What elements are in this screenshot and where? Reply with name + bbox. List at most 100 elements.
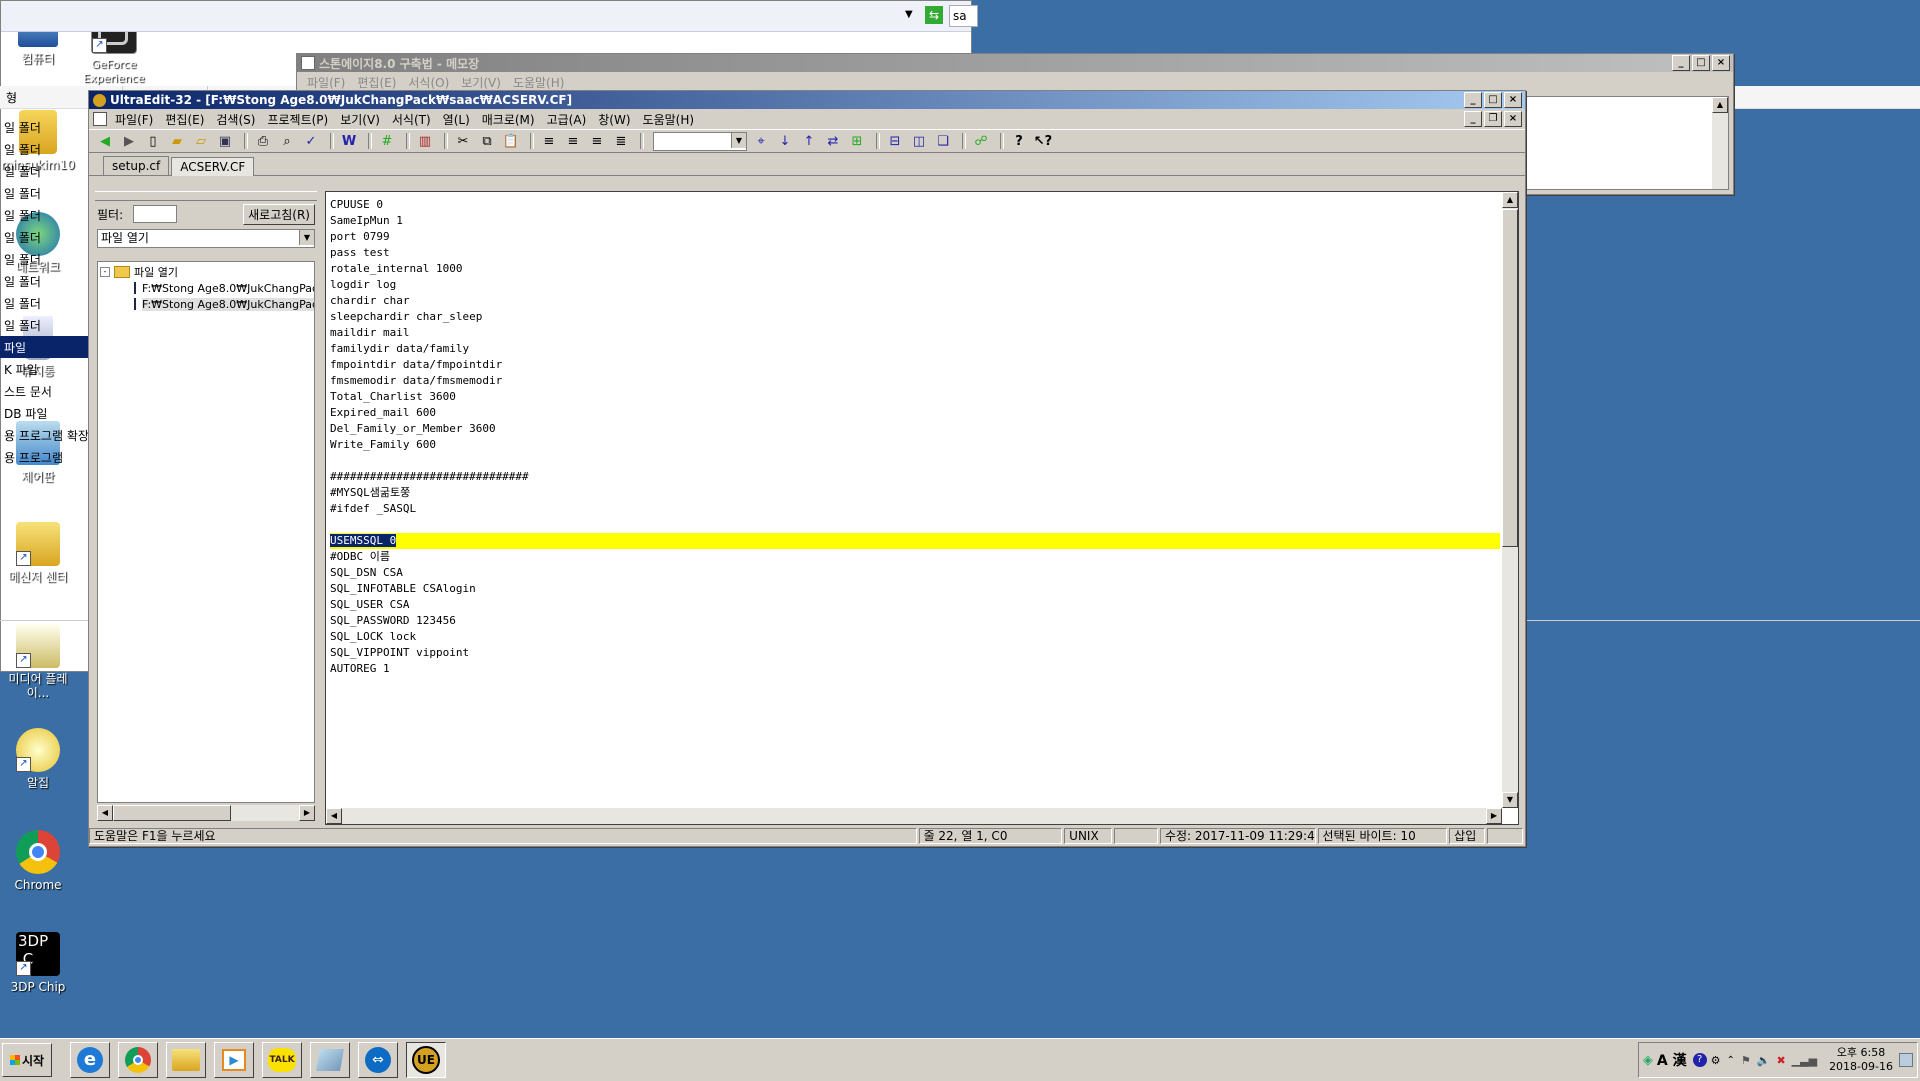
tree-item[interactable]: F:₩Stong Age8.0₩JukChangPack [98,296,314,312]
doc-restore-button[interactable]: ❐ [1484,111,1502,127]
show-desktop-icon[interactable] [1899,1053,1913,1067]
desktop-icon-alzip[interactable]: ↗ 알집 [0,728,78,790]
new-file-icon[interactable]: ▯ [143,132,163,150]
code-line[interactable]: fmsmemodir data/fmsmemodir [330,373,1500,389]
menu-advanced[interactable]: 고급(A) [541,111,593,128]
menu-column[interactable]: 열(L) [437,111,476,128]
code-line[interactable]: logdir log [330,277,1500,293]
code-line[interactable]: SQL_DSN CSA [330,565,1500,581]
search-input[interactable]: sa [949,5,978,27]
code-line[interactable]: Total_Charlist 3600 [330,389,1500,405]
menu-search[interactable]: 검색(S) [210,111,261,128]
code-line[interactable]: fmpointdir data/fmpointdir [330,357,1500,373]
code-line[interactable]: maildir mail [330,325,1500,341]
notepad-menu-format[interactable]: 서식(O) [402,74,455,91]
code-line[interactable]: #ODBC 이름 [330,549,1500,565]
security-alert-icon[interactable]: ✖ [1776,1054,1785,1067]
help-icon[interactable]: ? [1009,132,1029,150]
code-line[interactable]: Write_Family 600 [330,437,1500,453]
code-line[interactable]: rotale_internal 1000 [330,261,1500,277]
close-file-icon[interactable]: ▱ [191,132,211,150]
word-wrap-icon[interactable]: W [339,132,359,150]
find-next-icon[interactable]: ↓ [775,132,795,150]
code-line[interactable]: sleepchardir char_sleep [330,309,1500,325]
code-line[interactable]: SQL_VIPPOINT vippoint [330,645,1500,661]
code-text[interactable]: CPUUSE 0 SameIpMun 1 port 0799 pass test rot… [330,197,1500,677]
code-line[interactable]: ############################## [330,469,1500,485]
tree-item[interactable]: F:₩Stong Age8.0₩JukChangPack [98,280,314,296]
menu-file[interactable]: 파일(F) [109,111,159,128]
refresh-arrow-icon[interactable]: ⇆ [925,6,943,24]
print-icon[interactable]: ⎙ [253,132,273,150]
close-button[interactable]: × [1504,92,1522,108]
scroll-up-icon[interactable]: ▲ [1712,97,1728,113]
column-mode-icon[interactable]: ▥ [415,132,435,150]
menu-help[interactable]: 도움말(H) [637,111,701,128]
align-center-icon[interactable]: ≡ [563,132,583,150]
code-line[interactable]: Del_Family_or_Member 3600 [330,421,1500,437]
scroll-left-icon[interactable]: ◀ [97,805,113,821]
network-tray-icon[interactable]: ◈ [1643,1053,1653,1068]
highlighted-code-line[interactable]: USEMSSQL 0 [330,533,1500,549]
desktop-icon-3dp-chip[interactable]: 3DP C ↗ 3DP Chip [0,932,78,994]
code-editor[interactable]: CPUUSE 0 SameIpMun 1 port 0799 pass test rot… [325,191,1519,825]
maximize-button[interactable]: □ [1484,92,1502,108]
code-line[interactable]: #MYSQL샘굶토쭝 [330,485,1500,501]
code-line[interactable] [330,517,1500,533]
code-line[interactable]: SQL_LOCK lock [330,629,1500,645]
show-hidden-icons[interactable]: ⌃ [1726,1055,1734,1066]
chevron-down-icon[interactable]: ▼ [731,132,746,148]
filter-input[interactable] [133,205,178,223]
open-files-combo[interactable]: 파일 열기 ▼ [97,229,315,248]
copy-icon[interactable]: ⧉ [477,132,497,150]
notepad-menu-edit[interactable]: 편집(E) [351,74,402,91]
print-preview-icon[interactable]: ⌕ [277,132,297,150]
split-vertical-icon[interactable]: ◫ [909,132,929,150]
signal-icon[interactable]: ▁▃▅ [1792,1054,1817,1067]
scroll-left-icon[interactable]: ◀ [326,808,342,824]
menu-edit[interactable]: 편집(E) [159,111,210,128]
desktop-icon-messenger-center[interactable]: ↗ 메신저 센터 [0,522,78,584]
help-tray-icon[interactable]: ? [1692,1053,1707,1067]
notepad-menu-view[interactable]: 보기(V) [455,74,507,91]
scroll-right-icon[interactable]: ▶ [299,805,315,821]
menu-window[interactable]: 창(W) [592,111,636,128]
taskbar-teamviewer[interactable]: ⇔ [358,1042,398,1078]
code-line[interactable]: SQL_INFOTABLE CSAlogin [330,581,1500,597]
menu-macro[interactable]: 매크로(M) [476,111,541,128]
start-button[interactable]: 시작 [2,1043,52,1077]
cascade-icon[interactable]: ❏ [933,132,953,150]
taskbar-explorer[interactable] [166,1042,206,1078]
taskbar-ultraedit[interactable]: UE [406,1042,446,1078]
find-prev-icon[interactable]: ↑ [799,132,819,150]
find-icon[interactable]: ⌖ [751,132,771,150]
ime-indicator[interactable]: A 漢 [1657,1050,1687,1070]
clock[interactable]: 오후 6:58 2018-09-16 [1823,1046,1899,1074]
code-line[interactable]: SQL_PASSWORD 123456 [330,613,1500,629]
find-in-files-icon[interactable]: ⊞ [847,132,867,150]
replace-icon[interactable]: ⇄ [823,132,843,150]
code-line[interactable]: port 0799 [330,229,1500,245]
open-folder-icon[interactable]: ▰ [167,132,187,150]
code-line[interactable]: chardir char [330,293,1500,309]
desktop-icon-media-player[interactable]: ↗ 미디어 플레이... [0,624,78,700]
code-line[interactable] [330,453,1500,469]
context-help-icon[interactable]: ↖? [1033,132,1053,150]
maximize-button[interactable]: □ [1692,55,1710,71]
tray-settings-icon[interactable]: ⚙ [1711,1054,1721,1067]
desktop-icon-chrome[interactable]: Chrome [0,830,78,892]
code-line[interactable]: Expired_mail 600 [330,405,1500,421]
scroll-up-icon[interactable]: ▲ [1502,192,1518,208]
find-combo[interactable]: ▼ [653,131,747,151]
code-line[interactable]: pass test [330,245,1500,261]
notepad-titlebar[interactable]: 스톤에이지8.0 구축법 - 메모장 _ □ × [297,54,1733,72]
align-right-icon[interactable]: ≡ [587,132,607,150]
back-arrow-icon[interactable]: ◀ [95,132,115,150]
scroll-right-icon[interactable]: ▶ [1486,808,1502,824]
save-icon[interactable]: ▣ [215,132,235,150]
spellcheck-icon[interactable]: ✓ [301,132,321,150]
scroll-down-icon[interactable]: ▼ [1502,792,1518,808]
tree-root[interactable]: - 파일 열기 [98,264,314,280]
taskbar-notepad[interactable] [310,1042,350,1078]
notepad-scrollbar[interactable]: ▲ [1712,97,1728,189]
